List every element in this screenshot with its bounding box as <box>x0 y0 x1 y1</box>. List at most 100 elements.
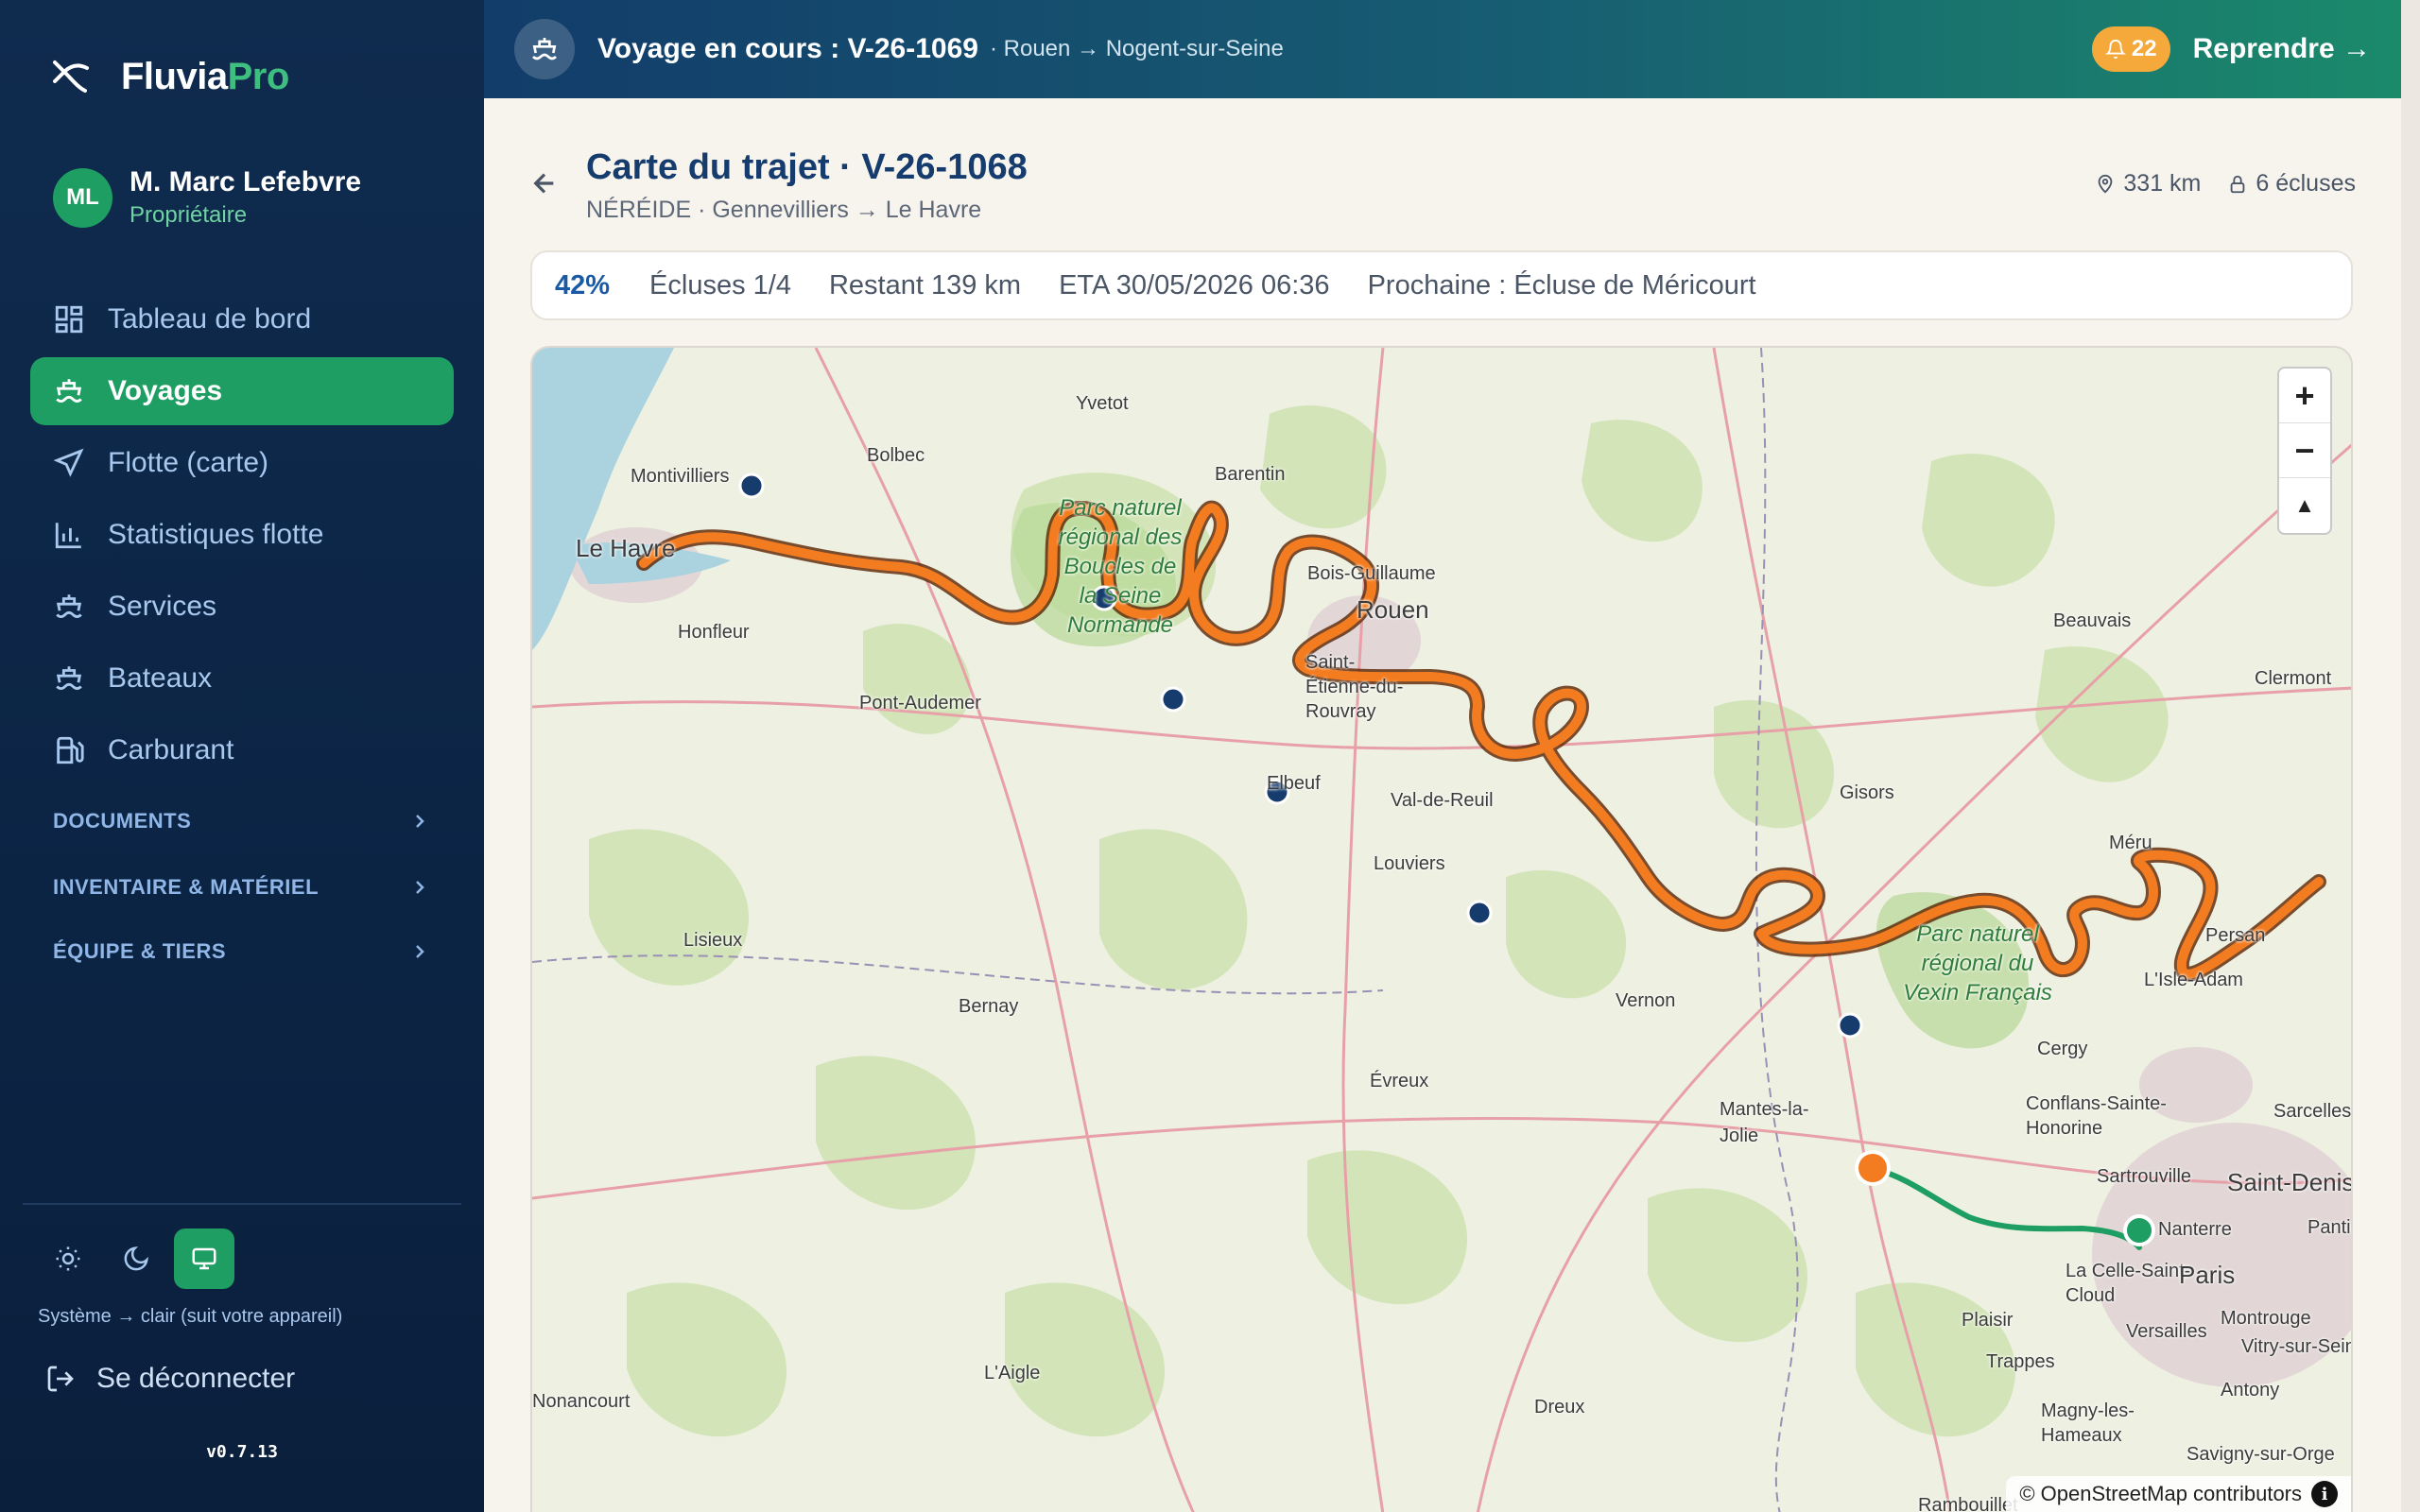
bar-chart-icon <box>55 523 81 549</box>
map-label-place: Pantin <box>2308 1217 2351 1238</box>
start-marker[interactable] <box>2123 1214 2155 1246</box>
current-position-marker[interactable] <box>1855 1150 1891 1186</box>
map-label-place: Bolbec <box>867 445 925 466</box>
theme-light-button[interactable] <box>38 1228 98 1289</box>
fuel-icon <box>57 736 84 765</box>
ship-icon <box>56 379 82 404</box>
map-label-place: Barentin <box>1215 464 1286 485</box>
resume-button[interactable]: Reprendre → <box>2193 33 2371 65</box>
theme-system-button[interactable] <box>174 1228 234 1289</box>
map-label-place: Magny-les-Hameaux <box>2041 1400 2135 1446</box>
map-label-place: Beauvais <box>2053 610 2132 631</box>
map-label-place: Montivilliers <box>631 466 730 487</box>
banner-ship-badge <box>514 19 575 79</box>
lock-marker[interactable] <box>738 472 765 499</box>
map-label-place: Nanterre <box>2158 1219 2232 1240</box>
reset-north-button[interactable]: ▲ <box>2279 478 2330 533</box>
map-label-place: Bois-Guillaume <box>1307 563 1436 584</box>
info-icon[interactable]: i <box>2311 1481 2338 1507</box>
active-voyage-banner: Voyage en cours : V-26-1069 · Rouen → No… <box>484 0 2401 98</box>
brand-name-accent: Pro <box>227 55 290 97</box>
zoom-in-button[interactable]: + <box>2279 369 2330 423</box>
map-label-place: Lisieux <box>683 930 743 951</box>
sun-icon <box>56 1246 80 1271</box>
section-label: INVENTAIRE & MATÉRIEL <box>53 875 320 899</box>
lock-marker[interactable] <box>1160 686 1186 713</box>
sidebar-item-dashboard[interactable]: Tableau de bord <box>30 285 454 353</box>
map-label-place: L'Aigle <box>984 1363 1041 1383</box>
dashboard-icon <box>55 305 83 334</box>
scrollbar[interactable] <box>2401 0 2420 1512</box>
progress-next-lock: Prochaine : Écluse de Méricourt <box>1367 269 1756 301</box>
banner-voyage-id: V-26-1069 <box>847 33 978 64</box>
map-label-place: Vitry-sur-Seine <box>2241 1336 2351 1357</box>
map-label-place: Antony <box>2221 1380 2280 1400</box>
map-label-place: Cergy <box>2037 1039 2088 1059</box>
sidebar-item-label: Services <box>108 591 217 622</box>
locks-meta: 6 écluses <box>2227 170 2356 198</box>
sidebar-item-voyages[interactable]: Voyages <box>30 357 454 425</box>
distance-meta: 331 km <box>2095 170 2201 198</box>
section-label: ÉQUIPE & TIERS <box>53 939 227 963</box>
map-label-place: Trappes <box>1986 1351 2055 1372</box>
section-documents[interactable]: DOCUMENTS <box>53 809 431 833</box>
monitor-icon <box>192 1247 216 1270</box>
lock-marker[interactable] <box>1837 1012 1863 1039</box>
bell-icon <box>2104 40 2126 60</box>
lock-marker[interactable] <box>1466 900 1493 926</box>
arrow-left-icon <box>533 173 554 194</box>
theme-dark-button[interactable] <box>106 1228 166 1289</box>
map-attribution: © OpenStreetMap contributors i <box>2006 1476 2351 1512</box>
map-label-place: Honfleur <box>678 622 750 643</box>
moon-icon <box>124 1246 148 1271</box>
progress-eta: ETA 30/05/2026 06:36 <box>1059 269 1330 301</box>
page-title: Carte du trajet · V-26-1068 <box>586 147 1028 187</box>
map-label-park: Parc naturel régional des Boucles de la … <box>1058 495 1183 638</box>
chevron-right-icon <box>416 881 424 894</box>
logout-button[interactable]: Se déconnecter <box>45 1363 295 1395</box>
notifications-badge[interactable]: 22 <box>2091 26 2170 72</box>
logout-label: Se déconnecter <box>96 1363 296 1394</box>
chevron-right-icon <box>416 945 424 958</box>
brand-name: FluviaPro <box>121 56 289 98</box>
progress-percent: 42% <box>555 269 611 301</box>
brand-name-main: Fluvia <box>121 55 228 97</box>
distance-value: 331 km <box>2123 170 2202 197</box>
navigation-icon <box>53 448 84 477</box>
chevron-right-icon <box>416 815 424 828</box>
brand-logo[interactable]: FluviaPro <box>49 55 289 98</box>
sidebar-item-fleet-map[interactable]: Flotte (carte) <box>30 429 454 497</box>
map-label-place: Bernay <box>959 996 1019 1017</box>
section-team[interactable]: ÉQUIPE & TIERS <box>53 939 431 964</box>
logo-icon <box>53 60 89 93</box>
section-inventory[interactable]: INVENTAIRE & MATÉRIEL <box>53 875 431 900</box>
user-profile[interactable]: ML M. Marc Lefebvre Propriétaire <box>53 166 361 229</box>
ship-icon <box>56 666 82 691</box>
voyage-meta: 331 km 6 écluses <box>2095 170 2356 198</box>
map-label-place: Méru <box>2109 833 2152 853</box>
sidebar-item-fuel[interactable]: Carburant <box>30 716 454 784</box>
divider <box>23 1203 461 1205</box>
zoom-out-button[interactable]: − <box>2279 423 2330 478</box>
map-label-place: Le Havre <box>576 534 676 562</box>
map-pin-icon <box>2099 174 2113 194</box>
ship-icon <box>532 38 557 60</box>
section-label: DOCUMENTS <box>53 809 192 833</box>
map-label-place: Sarcelles <box>2273 1101 2352 1122</box>
sidebar-item-fleet-stats[interactable]: Statistiques flotte <box>30 501 454 569</box>
sidebar-item-services[interactable]: Services <box>30 573 454 641</box>
map-label-place: Pont-Audemer <box>859 693 981 713</box>
sidebar-item-label: Flotte (carte) <box>108 447 269 478</box>
route-map[interactable]: Yvetot Bolbec Montivilliers Le Havre Hon… <box>530 346 2353 1512</box>
map-label-place: Plaisir <box>1962 1310 2014 1331</box>
app-version: v0.7.13 <box>206 1442 278 1462</box>
theme-caption: Système → clair (suit votre appareil) <box>38 1306 343 1327</box>
back-button[interactable] <box>529 168 560 198</box>
sidebar-item-label: Statistiques flotte <box>108 519 324 550</box>
route-overlay[interactable] <box>532 348 2353 1512</box>
map-label-place: Saint-Denis <box>2227 1168 2353 1196</box>
theme-switcher <box>38 1228 234 1289</box>
sidebar-item-boats[interactable]: Bateaux <box>30 644 454 713</box>
progress-locks: Écluses 1/4 <box>649 269 791 301</box>
map-label-place: Elbeuf <box>1267 773 1321 794</box>
